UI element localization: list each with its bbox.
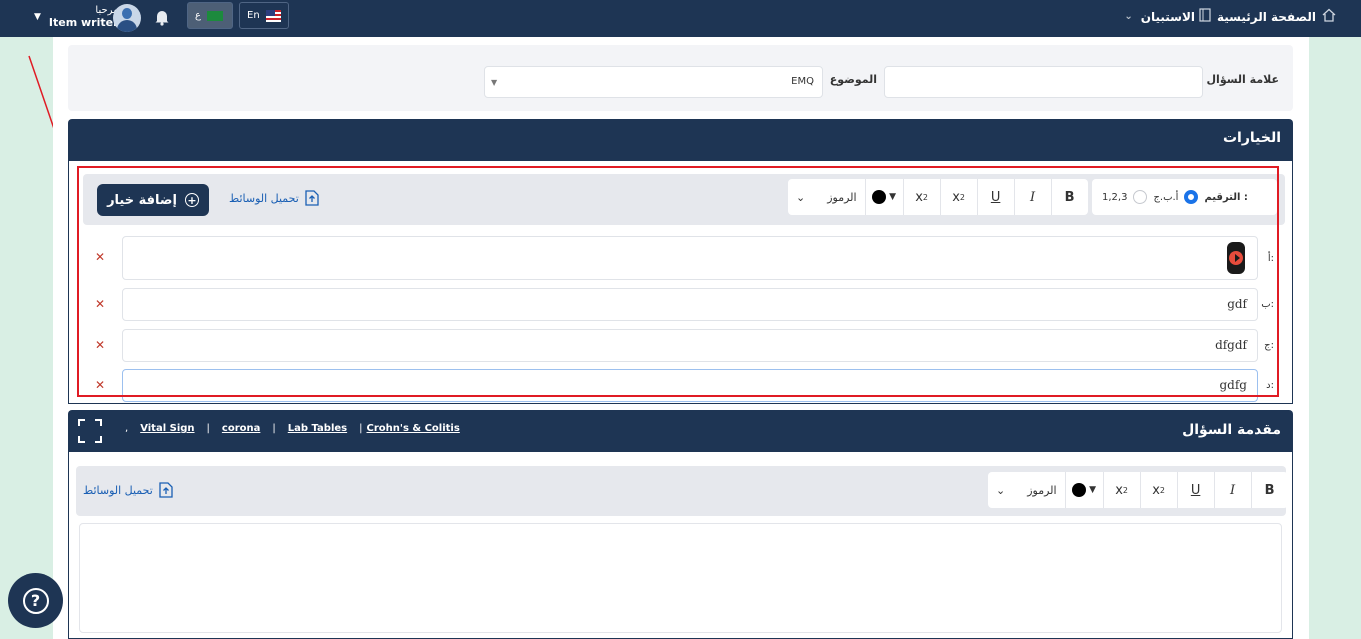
intro-toolbar: ⌄ الرموز ▼ x2 x2 U I B تحميل الوسائط xyxy=(76,466,1288,516)
topic-label: الموضوع xyxy=(829,73,877,86)
caret-down-icon: ▼ xyxy=(34,11,41,22)
options-panel-header: الخيارات xyxy=(68,119,1293,161)
intro-upload-media-link[interactable]: تحميل الوسائط xyxy=(83,482,173,498)
caret-down-icon: ▼ xyxy=(491,78,498,87)
options-panel-title: الخيارات xyxy=(1222,130,1281,146)
link-corona[interactable]: corona xyxy=(222,423,260,434)
question-meta-row: علامة السؤال الموضوع EMQ ▼ xyxy=(68,45,1293,111)
upload-file-icon xyxy=(159,482,173,498)
intro-underline-button[interactable]: U xyxy=(1176,472,1214,508)
topic-value: EMQ xyxy=(791,76,814,87)
nav-survey-label: الاستبيان xyxy=(1140,9,1195,24)
user-menu[interactable]: ▼ مرحبا Item writer xyxy=(34,0,119,33)
intro-symbols-dropdown[interactable]: ⌄ الرموز xyxy=(988,484,1065,497)
link-crohns-colitis[interactable]: Crohn's & Colitis xyxy=(367,423,460,434)
survey-icon xyxy=(1199,8,1211,25)
chevron-down-icon: ⌄ xyxy=(996,483,1006,497)
nav-home-label: الصفحة الرئيسية xyxy=(1216,9,1316,24)
chevron-down-icon: ⌄ xyxy=(1124,11,1133,22)
intro-editor-area[interactable] xyxy=(79,523,1282,633)
question-tag-input[interactable] xyxy=(884,66,1203,98)
annotation-highlight-box xyxy=(77,166,1279,397)
home-icon xyxy=(1322,8,1336,25)
saudi-flag-icon xyxy=(206,10,223,21)
lang-en-button[interactable]: En xyxy=(239,2,289,29)
fullscreen-icon[interactable] xyxy=(78,419,102,443)
intro-format-toolbar: ⌄ الرموز ▼ x2 x2 U I B xyxy=(988,472,1288,508)
link-vital-sign[interactable]: Vital Sign xyxy=(140,423,194,434)
user-role: Item writer xyxy=(48,15,119,29)
color-swatch-icon xyxy=(1072,483,1087,497)
intro-superscript-button[interactable]: x2 xyxy=(1102,472,1140,508)
intro-italic-button[interactable]: I xyxy=(1213,472,1251,508)
intro-bold-button[interactable]: B xyxy=(1250,472,1288,508)
help-button[interactable]: ? xyxy=(8,573,63,628)
avatar[interactable] xyxy=(113,4,141,32)
intro-panel-title: مقدمة السؤال xyxy=(1182,422,1281,438)
nav-home[interactable]: الصفحة الرئيسية xyxy=(1217,0,1336,33)
question-mark-icon: ? xyxy=(22,587,49,614)
bell-icon[interactable] xyxy=(154,8,170,26)
lang-ar-label: ع xyxy=(195,10,201,21)
link-lab-tables[interactable]: Lab Tables xyxy=(288,423,347,434)
intro-upload-media-label: تحميل الوسائط xyxy=(83,483,153,497)
lang-en-label: En xyxy=(247,10,260,21)
reference-links: , Vital Sign | corona | Lab Tables | Cro… xyxy=(125,423,460,434)
lang-ar-button[interactable]: ع xyxy=(187,2,233,29)
question-tag-label: علامة السؤال xyxy=(1206,73,1279,86)
top-navbar: الصفحة الرئيسية ⌄ الاستبيان ▼ مرحبا Item… xyxy=(0,0,1361,37)
intro-text-color-button[interactable]: ▼ xyxy=(1064,472,1103,508)
topic-select[interactable]: EMQ ▼ xyxy=(484,66,823,98)
nav-survey[interactable]: ⌄ الاستبيان xyxy=(1124,0,1211,33)
intro-symbols-label: الرموز xyxy=(1027,483,1057,497)
intro-subscript-button[interactable]: x2 xyxy=(1139,472,1177,508)
us-flag-icon xyxy=(265,9,281,22)
